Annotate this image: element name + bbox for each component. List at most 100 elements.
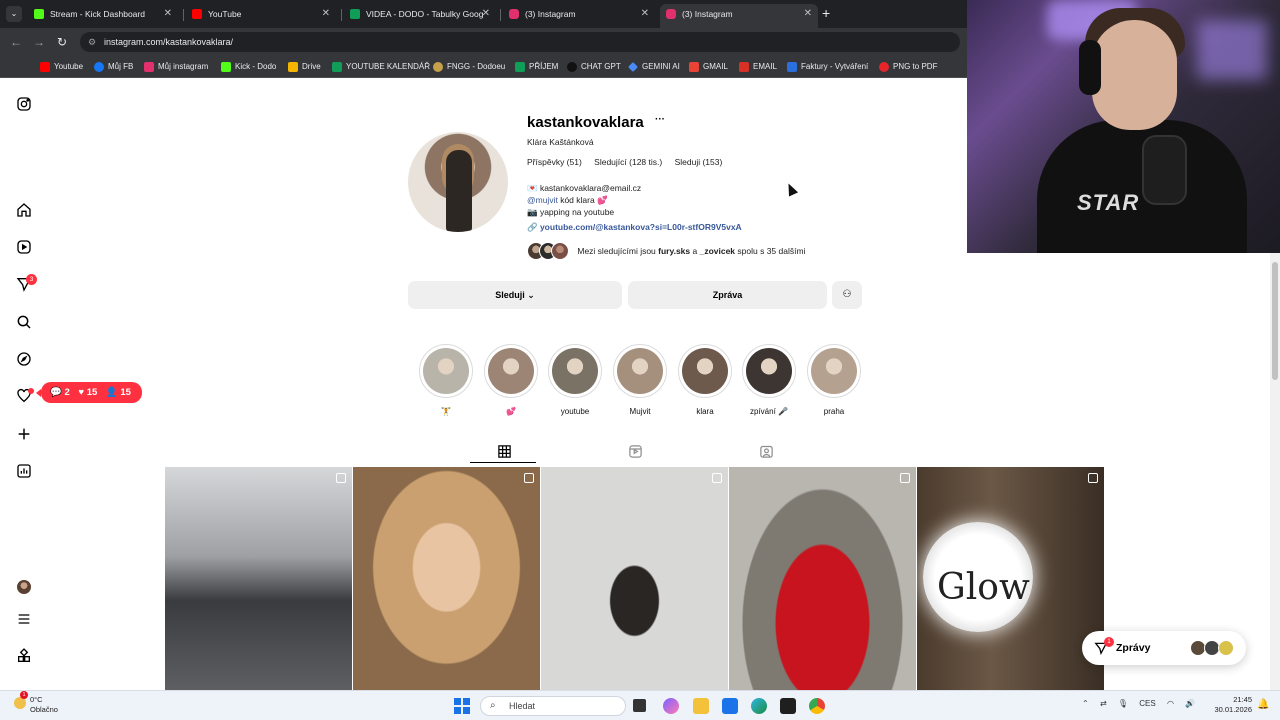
followed-by[interactable]: Mezi sledujícími jsou fury.sks a _zovice… — [527, 242, 805, 262]
browser-toolbar: ← → ↻ ⚙ instagram.com/kastankovaklara/ — [0, 28, 967, 56]
highlight-item[interactable]: 🏋 — [419, 344, 473, 416]
reload-icon[interactable]: ↻ — [57, 35, 67, 49]
sheets-icon — [350, 9, 360, 19]
highlight-item[interactable]: klara — [678, 344, 732, 416]
bookmark[interactable]: Youtube — [40, 60, 83, 74]
browser-tab-active[interactable]: (3) Instagram ✕ — [660, 4, 818, 28]
tab-title: VIDEA - DODO - Tabulky Goog — [366, 9, 484, 19]
weather-widget[interactable]: 1 0°C Oblačno — [14, 691, 58, 715]
reels-tab[interactable] — [627, 443, 643, 459]
dashboard-icon[interactable] — [14, 461, 34, 481]
post-thumbnail[interactable] — [165, 467, 352, 690]
message-button[interactable]: Zpráva — [628, 281, 827, 309]
mouse-cursor — [783, 181, 799, 197]
following-button[interactable]: Sleduji ⌄ — [408, 281, 622, 309]
posts-grid-tab[interactable] — [496, 443, 512, 459]
wifi-icon[interactable]: ◠ — [1167, 699, 1174, 708]
instagram-logo-icon[interactable] — [14, 94, 34, 114]
close-icon[interactable]: ✕ — [322, 4, 330, 24]
site-info-icon[interactable]: ⚙ — [88, 32, 96, 52]
file-explorer-icon[interactable] — [693, 698, 709, 714]
home-icon[interactable] — [14, 200, 34, 220]
highlight-item[interactable]: 💕 — [484, 344, 538, 416]
tab-search-button[interactable]: ⌄ — [6, 6, 22, 22]
profile-picture[interactable] — [408, 132, 508, 232]
bookmark[interactable]: GEMINI AI — [628, 60, 680, 74]
invoice-icon — [787, 62, 797, 72]
copilot-icon[interactable] — [663, 698, 679, 714]
tagged-tab[interactable] — [758, 443, 774, 459]
close-icon[interactable]: ✕ — [804, 4, 812, 24]
reels-icon[interactable] — [14, 237, 34, 257]
bookmark[interactable]: EMAIL — [739, 60, 777, 74]
terminal-icon[interactable] — [780, 698, 796, 714]
post-thumbnail[interactable] — [353, 467, 540, 690]
menu-icon[interactable] — [14, 609, 34, 629]
profile-avatar[interactable] — [17, 580, 31, 594]
bio-link[interactable]: youtube.com/@kastankova?si=L00r-stfOR9V5… — [540, 222, 742, 232]
bio-mention[interactable]: @mujvit — [527, 195, 558, 205]
bookmark[interactable]: FNGG - Dodoeu — [433, 60, 505, 74]
highlight-ring — [419, 344, 473, 398]
new-tab-button[interactable]: + — [822, 5, 830, 21]
browser-tab[interactable]: VIDEA - DODO - Tabulky Goog ✕ — [344, 4, 496, 28]
followers-link[interactable]: Sledující (128 tis.) — [594, 157, 662, 167]
bio-link-row[interactable]: 🔗 youtube.com/@kastankova?si=L00r-stfOR9… — [527, 221, 742, 233]
network-icon[interactable]: ⇄ — [1100, 699, 1107, 708]
clock[interactable]: 21:45 30.01.2026 — [1210, 695, 1252, 715]
highlight-item[interactable]: Mujvit — [613, 344, 667, 416]
bookmark[interactable]: PŘÍJEM — [515, 60, 558, 74]
bookmark[interactable]: Můj FB — [94, 60, 133, 74]
highlight-item[interactable]: praha — [807, 344, 861, 416]
bookmark[interactable]: Můj instagram — [144, 60, 208, 74]
notification-popup[interactable]: 💬 2 ♥ 15 👤 15 — [36, 382, 142, 403]
bookmark[interactable]: PNG to PDF — [879, 60, 937, 74]
more-options-icon[interactable]: ··· — [655, 114, 665, 125]
bookmark[interactable]: Kick - Dodo — [221, 60, 276, 74]
bio-email: 💌 kastankovaklara@email.cz — [527, 183, 642, 193]
reels-badge: 3 — [26, 274, 37, 285]
address-bar[interactable]: ⚙ instagram.com/kastankovaklara/ — [80, 32, 960, 52]
language-indicator[interactable]: CES — [1139, 699, 1155, 708]
post-thumbnail[interactable] — [541, 467, 728, 690]
highlight-item[interactable]: zpívání 🎤 — [742, 344, 796, 416]
suggest-user-icon[interactable]: ⚇ — [832, 281, 862, 309]
also-from-meta-icon[interactable] — [14, 646, 34, 666]
bookmark[interactable]: Faktury - Vytváření — [787, 60, 868, 74]
volume-icon[interactable]: 🔊 — [1185, 699, 1195, 708]
post-thumbnail[interactable] — [729, 467, 916, 690]
close-icon[interactable]: ✕ — [482, 4, 490, 24]
microphone-icon[interactable]: 🎙 — [1118, 699, 1128, 708]
follower-avatar — [551, 242, 569, 260]
scrollbar-thumb[interactable] — [1272, 262, 1278, 380]
edge-icon[interactable] — [751, 698, 767, 714]
bookmark[interactable]: Drive — [288, 60, 321, 74]
chevron-up-icon[interactable]: ⌃ — [1082, 699, 1089, 708]
highlight-cover — [746, 348, 792, 394]
chrome-icon[interactable] — [809, 698, 825, 714]
create-icon[interactable] — [14, 424, 34, 444]
explore-icon[interactable] — [14, 349, 34, 369]
browser-tab[interactable]: Stream - Kick Dashboard ✕ — [28, 4, 178, 28]
bookmark[interactable]: GMAIL — [689, 60, 728, 74]
bookmark[interactable]: YOUTUBE KALENDÁŘ — [332, 60, 430, 74]
taskbar-search[interactable]: ⌕ Hledat — [480, 696, 626, 716]
browser-tab[interactable]: YouTube ✕ — [186, 4, 336, 28]
store-icon[interactable] — [722, 698, 738, 714]
close-icon[interactable]: ✕ — [641, 4, 649, 24]
back-icon[interactable]: ← — [10, 35, 22, 49]
highlight-item[interactable]: youtube — [548, 344, 602, 416]
messages-label: Zprávy — [1116, 642, 1151, 654]
close-icon[interactable]: ✕ — [164, 4, 172, 24]
start-windows-icon[interactable] — [454, 698, 470, 714]
notification-bell-icon[interactable]: 🔔 — [1257, 699, 1269, 710]
active-tab-indicator — [470, 462, 536, 463]
following-link[interactable]: Sleduji (153) — [675, 157, 723, 167]
task-view-icon[interactable] — [633, 699, 646, 712]
messages-widget[interactable]: 1 Zprávy — [1082, 631, 1246, 665]
search-icon[interactable] — [14, 312, 34, 332]
forward-icon[interactable]: → — [33, 35, 45, 49]
browser-tab[interactable]: (3) Instagram ✕ — [503, 4, 655, 28]
bookmark[interactable]: CHAT GPT — [567, 60, 621, 74]
post-thumbnail[interactable]: Glow — [917, 467, 1104, 690]
